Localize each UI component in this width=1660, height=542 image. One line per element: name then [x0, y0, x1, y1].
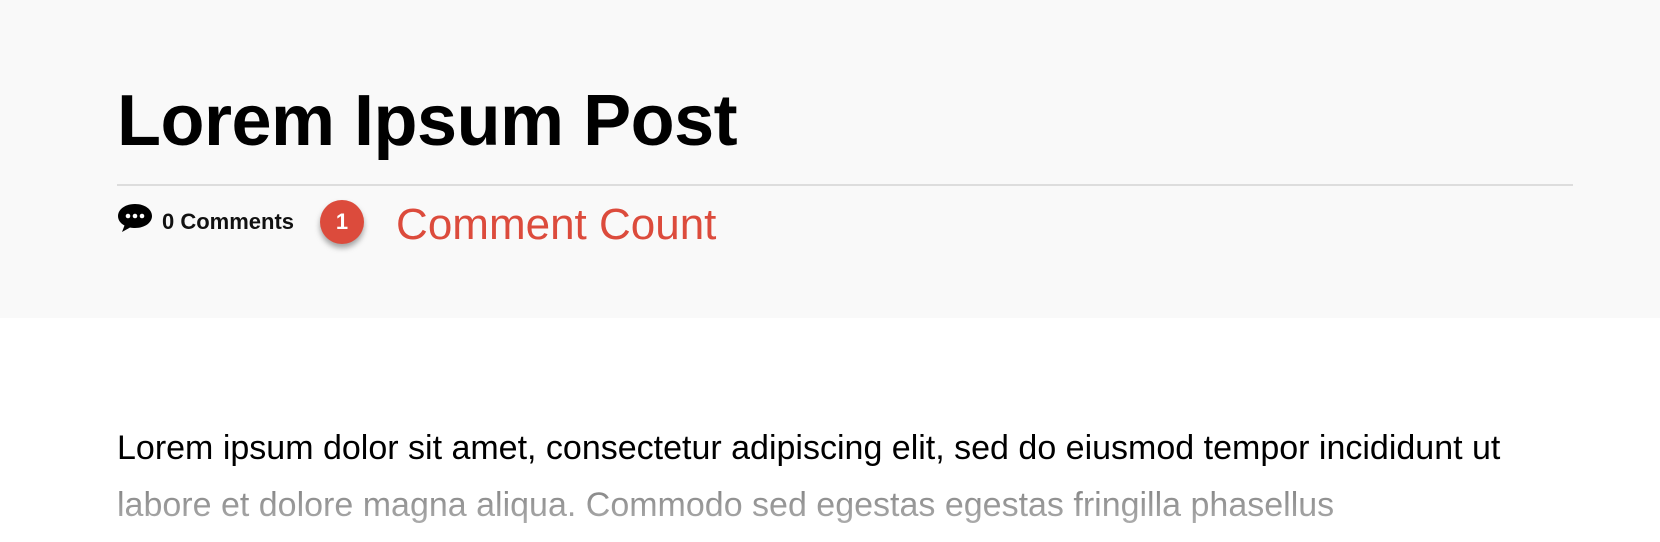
- post-body-excerpt: Lorem ipsum dolor sit amet, consectetur …: [117, 429, 1501, 524]
- speech-bubble-icon[interactable]: [117, 202, 153, 234]
- header-divider: [117, 184, 1573, 186]
- annotation-caption: Comment Count: [396, 200, 717, 249]
- post-meta: 0 Comments 1 Comment Count: [117, 196, 717, 249]
- post-title: Lorem Ipsum Post: [117, 81, 738, 161]
- post-header: Lorem Ipsum Post 0 Comments 1 Comment Co…: [0, 0, 1660, 318]
- comments-count-link[interactable]: 0 Comments: [162, 209, 294, 235]
- annotation-badge: 1: [320, 200, 365, 244]
